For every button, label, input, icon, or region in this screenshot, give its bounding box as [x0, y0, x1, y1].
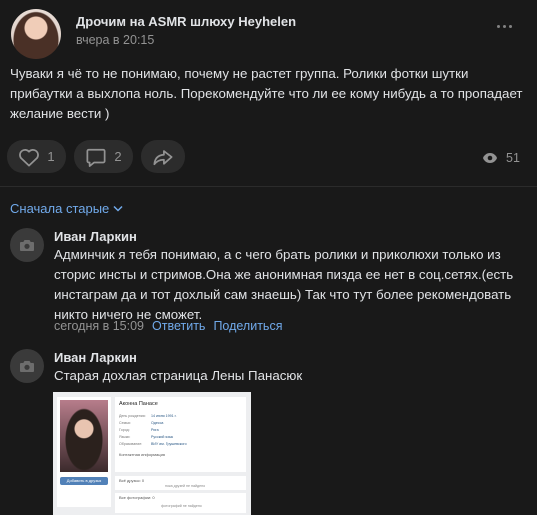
mini-profile-photo	[60, 400, 108, 472]
mini-info-card: Аконна Панасe День рождения: 14 июня 199…	[115, 397, 246, 472]
comment-icon	[85, 147, 107, 167]
mini-row-label: Языки:	[119, 435, 131, 439]
mini-row-value: Рига	[151, 428, 159, 432]
commenter-name[interactable]: Иван Ларкин	[54, 350, 137, 365]
mini-row-value: 14 июня 1991 г.	[151, 414, 177, 418]
post-text: Чуваки я чё то не понимаю, почему не рас…	[10, 66, 523, 121]
views-count: 51	[506, 151, 520, 165]
like-button[interactable]: 1	[7, 140, 66, 173]
commenter-name[interactable]: Иван Ларкин	[54, 229, 137, 244]
mini-row-value: Одесса	[151, 421, 164, 425]
mini-add-friend-button: Добавить в друзья	[60, 477, 108, 485]
share-link[interactable]: Поделиться	[213, 319, 282, 333]
share-arrow-icon	[152, 147, 174, 167]
comment-count: 2	[114, 149, 122, 164]
mini-contact-info: Контактная информация	[119, 452, 165, 457]
mini-row-value: Русский язык	[151, 435, 174, 439]
mini-photos-label: Все фотографии: 0	[119, 495, 155, 500]
mini-friends-label: Всё друзья: 0	[119, 478, 145, 483]
more-options-icon[interactable]	[497, 22, 519, 30]
share-button[interactable]	[141, 140, 185, 173]
mini-row-label: Образование:	[119, 442, 143, 446]
mini-row-label: День рождения:	[119, 414, 146, 418]
mini-friends-empty: пока друзей не найдено	[165, 484, 206, 488]
eye-icon	[482, 152, 498, 164]
comment-text: Админчик я тебя понимаю, а с чего брать …	[54, 247, 514, 322]
post-author-avatar[interactable]	[11, 9, 61, 59]
mini-row-value: ВИУ им. Грушевского	[151, 442, 187, 446]
sort-label: Сначала старые	[10, 201, 110, 216]
views-counter: 51	[482, 151, 520, 165]
comment-button[interactable]: 2	[74, 140, 133, 173]
post-author-name[interactable]: Дрочим на ASMR шлюху Heyhelen	[76, 14, 296, 29]
commenter-avatar[interactable]	[10, 349, 44, 383]
comment-text: Старая дохлая страница Лены Панасюк	[54, 368, 303, 383]
mini-row-label: Семья:	[119, 421, 131, 425]
like-count: 1	[47, 149, 55, 164]
reply-link[interactable]: Ответить	[152, 319, 205, 333]
camera-icon	[19, 360, 35, 373]
attached-image[interactable]: Добавить в друзья Аконна Панасe День рож…	[53, 392, 251, 515]
heart-icon	[18, 147, 40, 167]
camera-icon	[19, 239, 35, 252]
mini-profile-name: Аконна Панасe	[119, 401, 158, 407]
mini-row-label: Город:	[119, 428, 130, 432]
post-timestamp[interactable]: вчера в 20:15	[76, 33, 154, 47]
mini-photos-empty: фотографий не найдено	[161, 504, 202, 508]
commenter-avatar[interactable]	[10, 228, 44, 262]
divider	[0, 186, 537, 187]
mini-friends-card: Всё друзья: 0 пока друзей не найдено	[115, 476, 246, 490]
comment-sort-dropdown[interactable]: Сначала старые	[10, 201, 123, 216]
chevron-down-icon	[113, 205, 123, 212]
comment-time[interactable]: сегодня в 15:09	[54, 319, 144, 333]
comment-meta: сегодня в 15:09 Ответить Поделиться	[54, 319, 282, 333]
mini-photos-card: Все фотографии: 0 фотографий не найдено	[115, 493, 246, 513]
mini-profile-sidebar: Добавить в друзья	[57, 397, 111, 507]
